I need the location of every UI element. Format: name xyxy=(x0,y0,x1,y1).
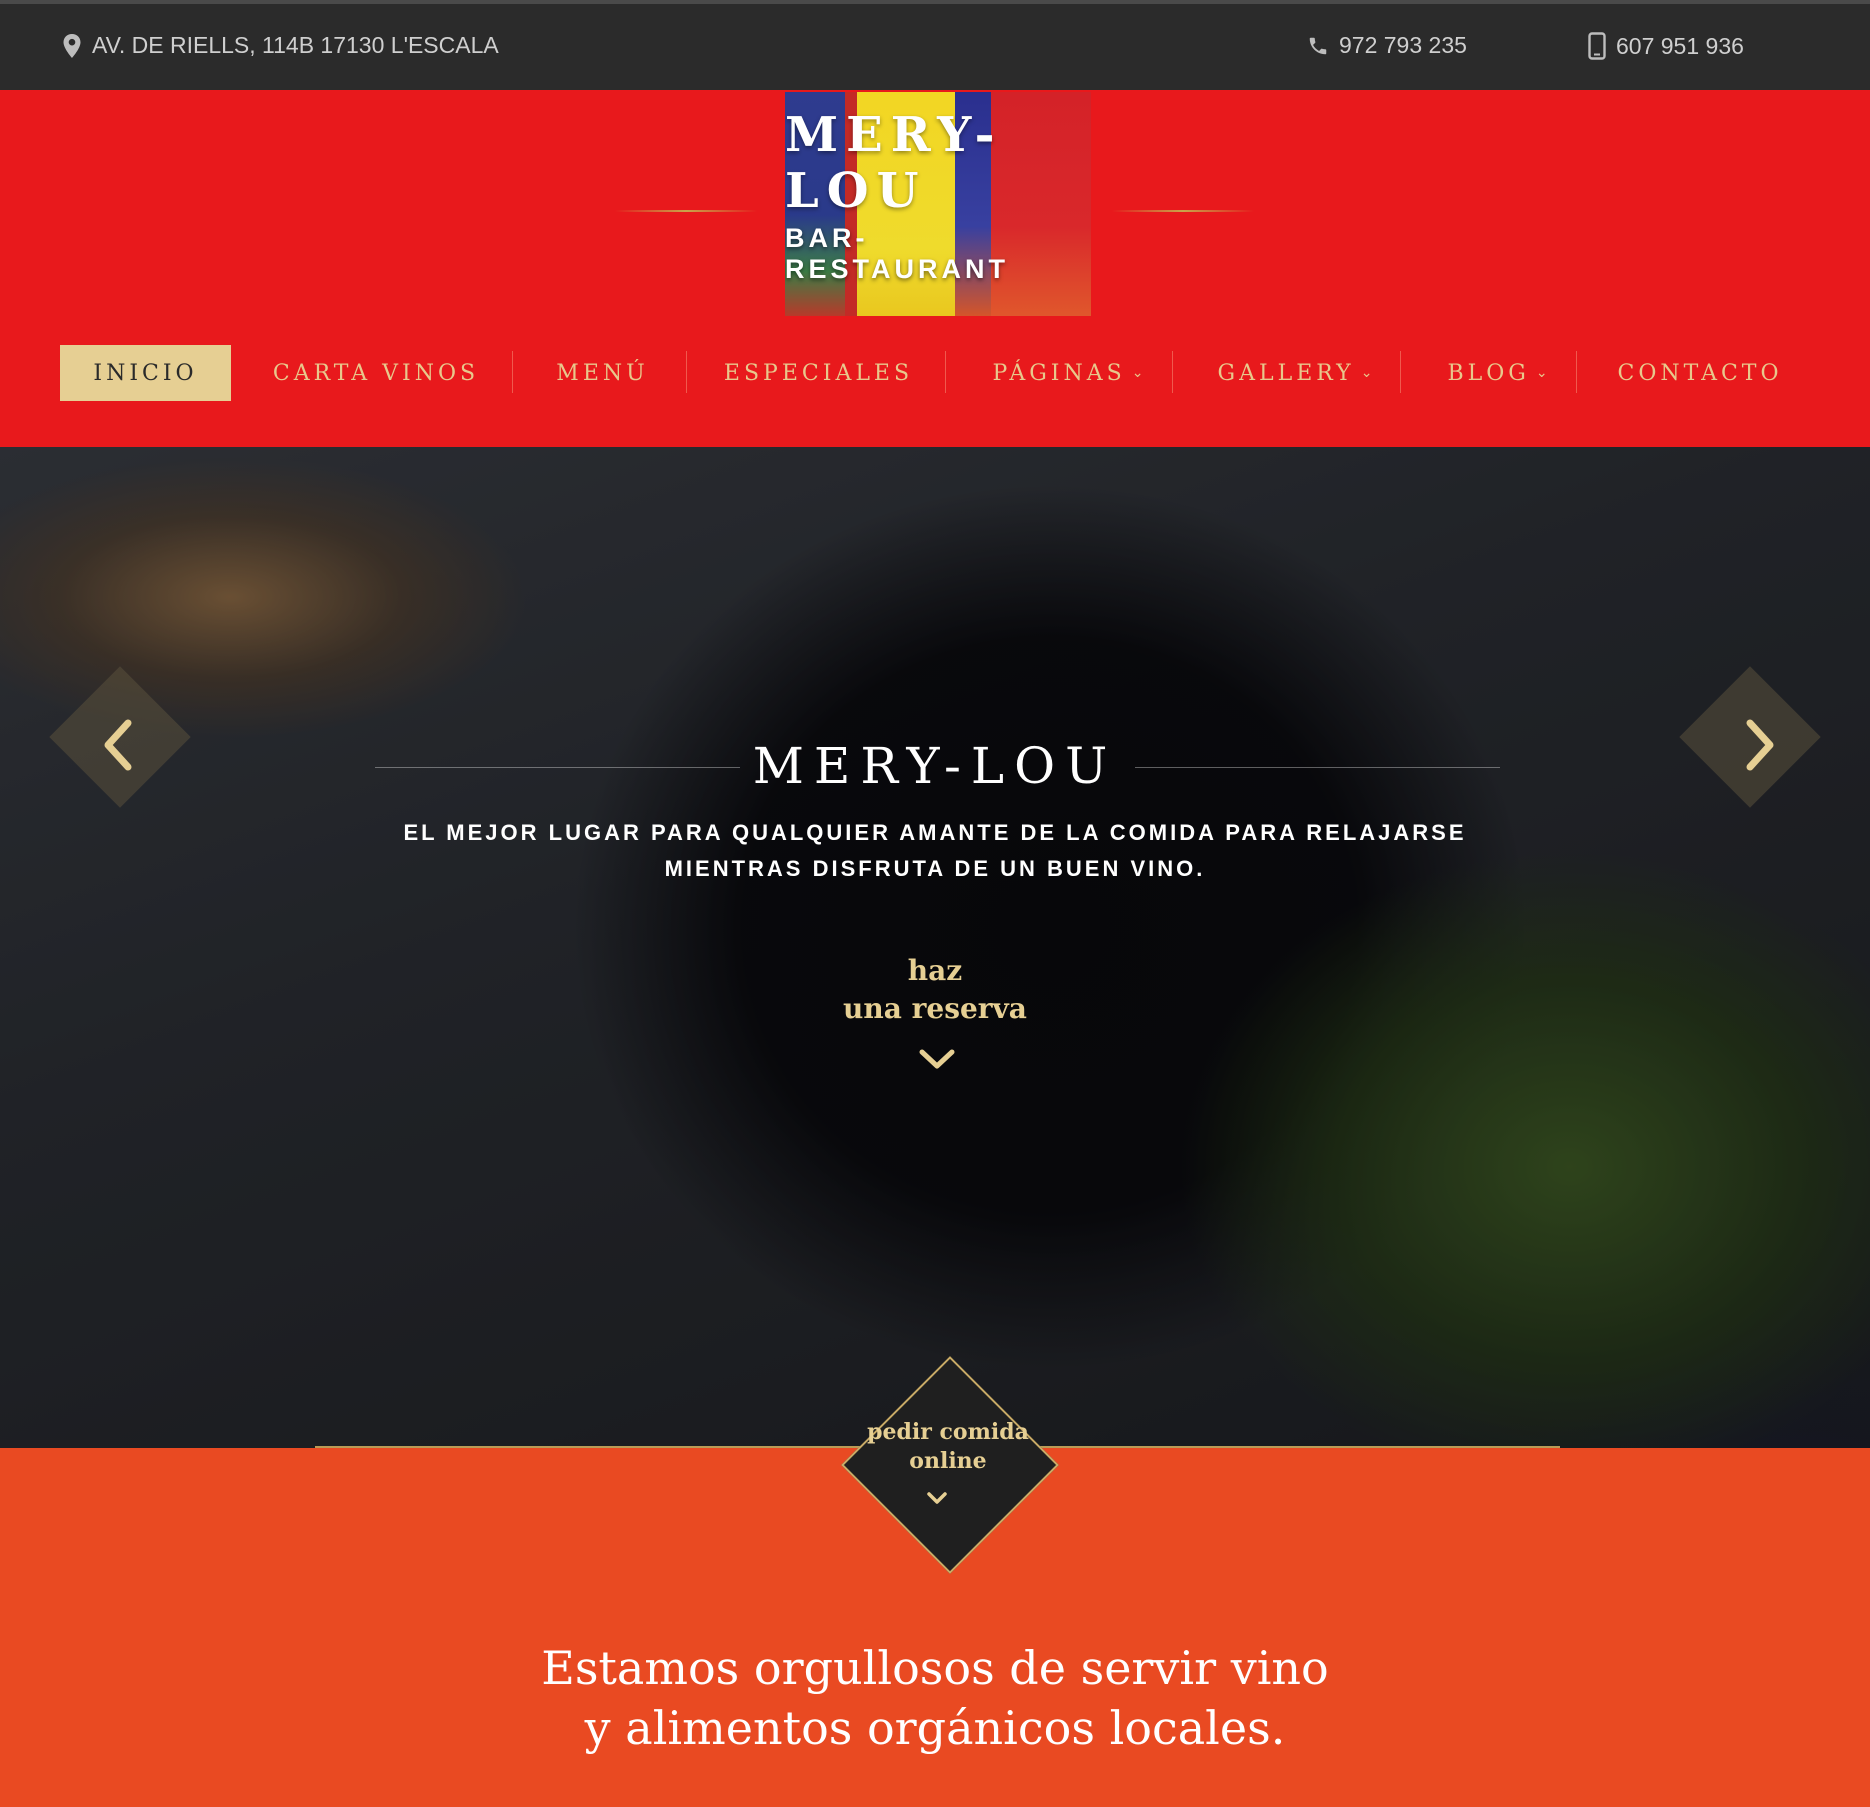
nav-label: GALLERY xyxy=(1217,360,1355,386)
nav-label: MENÚ xyxy=(556,360,649,386)
top-info-bar: AV. DE RIELLS, 114B 17130 L'ESCALA 972 7… xyxy=(0,0,1870,90)
phone-number[interactable]: 972 793 235 xyxy=(1339,32,1467,59)
nav-label: CONTACTO xyxy=(1617,360,1783,386)
nav-separator xyxy=(1400,351,1401,393)
nav-separator xyxy=(945,351,946,393)
hero-subtitle-line: MIENTRAS DISFRUTA DE UN BUEN VINO. xyxy=(664,856,1206,881)
hero-subtitle-line: EL MEJOR LUGAR PARA QUALQUIER AMANTE DE … xyxy=(403,820,1467,845)
phone-icon xyxy=(1309,37,1327,54)
nav-item-inicio[interactable]: INICIO xyxy=(60,345,231,401)
map-pin-icon xyxy=(63,33,81,58)
logo-divider-right xyxy=(1112,210,1254,212)
nav-item-menu[interactable]: MENÚ xyxy=(525,345,680,401)
order-online-text: online xyxy=(909,1448,987,1474)
chevron-down-icon xyxy=(927,1492,947,1504)
nav-item-contacto[interactable]: CONTACTO xyxy=(1590,345,1810,401)
chevron-down-icon: ⌄ xyxy=(1360,365,1373,381)
reservation-label: haz xyxy=(907,954,963,987)
nav-item-gallery[interactable]: GALLERY ⌄ xyxy=(1185,345,1405,401)
phone-info[interactable]: 972 793 235 xyxy=(1307,32,1467,59)
tagline-line: y alimentos orgánicos locales. xyxy=(584,1701,1286,1755)
site-logo[interactable]: MERY-LOU BAR-RESTAURANT xyxy=(785,92,1091,316)
hero-subtitle: EL MEJOR LUGAR PARA QUALQUIER AMANTE DE … xyxy=(385,815,1485,887)
logo-divider-left xyxy=(615,210,757,212)
nav-label: BLOG xyxy=(1447,360,1530,386)
hero-slider: MERY-LOU EL MEJOR LUGAR PARA QUALQUIER A… xyxy=(0,447,1870,1448)
mobile-info[interactable]: 607 951 936 xyxy=(1588,32,1744,60)
nav-label: ESPECIALES xyxy=(723,360,914,386)
order-online-text: pedir comida xyxy=(867,1419,1029,1445)
chevron-down-icon: ⌄ xyxy=(1535,365,1548,381)
nav-separator xyxy=(686,351,687,393)
logo-name: MERY-LOU xyxy=(785,107,1003,219)
main-navigation: INICIO CARTA VINOS MENÚ ESPECIALES PÁGIN… xyxy=(0,345,1870,401)
mobile-number[interactable]: 607 951 936 xyxy=(1616,33,1744,60)
site-header: MERY-LOU BAR-RESTAURANT INICIO CARTA VIN… xyxy=(0,90,1870,447)
reservation-link[interactable]: haz una reserva xyxy=(835,952,1035,1028)
nav-separator xyxy=(1172,351,1173,393)
address-text: AV. DE RIELLS, 114B 17130 L'ESCALA xyxy=(92,32,499,58)
nav-item-blog[interactable]: BLOG ⌄ xyxy=(1415,345,1580,401)
order-online-label[interactable]: pedir comida online xyxy=(848,1418,1048,1476)
nav-label: CARTA VINOS xyxy=(272,360,480,386)
section-tagline: Estamos orgullosos de servir vino y alim… xyxy=(335,1638,1535,1758)
tagline-line: Estamos orgullosos de servir vino xyxy=(541,1641,1329,1695)
reservation-label: una reserva xyxy=(843,992,1027,1025)
nav-item-paginas[interactable]: PÁGINAS ⌄ xyxy=(960,345,1176,401)
nav-item-carta-vinos[interactable]: CARTA VINOS xyxy=(252,345,500,401)
nav-label: INICIO xyxy=(93,360,198,386)
nav-item-especiales[interactable]: ESPECIALES xyxy=(700,345,937,401)
nav-separator xyxy=(1576,351,1577,393)
mobile-phone-icon xyxy=(1588,32,1606,60)
hero-title: MERY-LOU xyxy=(752,737,1118,795)
chevron-down-icon: ⌄ xyxy=(1131,365,1144,381)
nav-label: PÁGINAS xyxy=(992,360,1126,386)
chevron-down-icon[interactable] xyxy=(918,1047,956,1071)
address-info: AV. DE RIELLS, 114B 17130 L'ESCALA xyxy=(62,32,499,59)
nav-separator xyxy=(512,351,513,393)
logo-subtitle: BAR-RESTAURANT xyxy=(785,223,1009,284)
